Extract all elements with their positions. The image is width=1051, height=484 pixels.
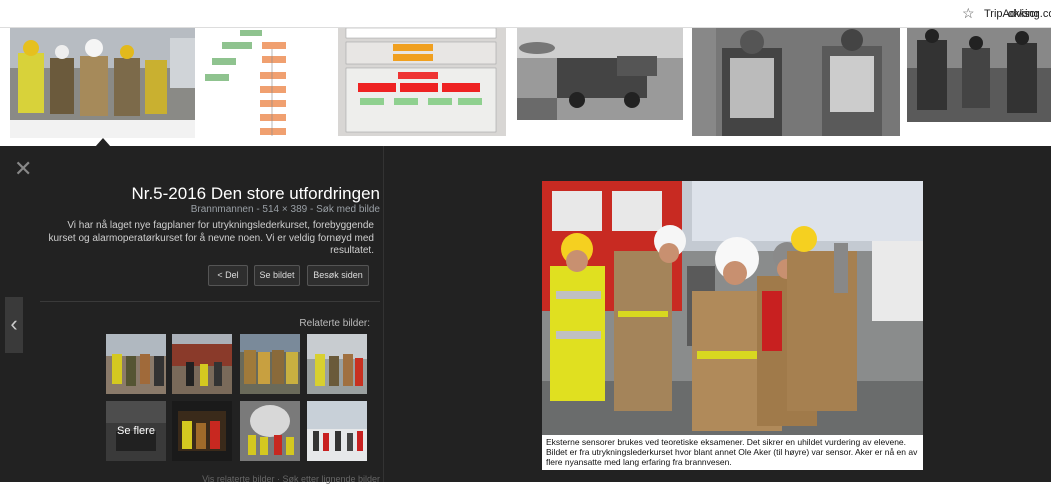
image-results-strip xyxy=(0,28,1051,146)
main-image-frame: Eksterne sensorer brukes ved teoretiske … xyxy=(542,181,923,470)
bookmark-okking[interactable]: okking.com xyxy=(1008,8,1051,20)
related-image-1[interactable] xyxy=(106,334,166,394)
result-thumbnail-vests[interactable] xyxy=(692,28,900,136)
result-thumbnail-classroom[interactable] xyxy=(907,28,1051,122)
result-thumbnail-flowchart[interactable] xyxy=(200,28,330,138)
chevron-left-icon[interactable]: ‹ xyxy=(5,297,23,353)
image-caption: Eksterne sensorer brukes ved teoretiske … xyxy=(546,437,918,467)
preview-meta: Brannmannen - 514 × 389 - Søk med bilde xyxy=(190,204,380,215)
preview-title[interactable]: Nr.5-2016 Den store utfordringen xyxy=(100,184,380,204)
related-image-6[interactable] xyxy=(240,401,300,461)
related-images-label: Relaterte bilder: xyxy=(299,318,370,329)
visit-page-button[interactable]: Besøk siden xyxy=(307,265,369,286)
bookmarks-bar: TripAdvisor ☆ okking.com xyxy=(0,0,1051,28)
panel-divider xyxy=(383,146,384,482)
star-icon[interactable]: ☆ xyxy=(962,5,975,22)
related-image-4[interactable] xyxy=(307,334,367,394)
related-image-5[interactable] xyxy=(172,401,232,461)
see-more-label[interactable]: Se flere xyxy=(106,401,166,461)
related-image-see-more[interactable]: Se flere xyxy=(106,401,166,461)
related-image-2[interactable] xyxy=(172,334,232,394)
related-image-7[interactable] xyxy=(307,401,367,461)
section-divider xyxy=(40,301,380,302)
result-thumbnail-fire-truck[interactable] xyxy=(517,28,683,120)
view-image-button[interactable]: Se bildet xyxy=(254,265,300,286)
result-thumbnail-org-chart[interactable] xyxy=(338,28,506,136)
result-thumbnail-firefighters[interactable] xyxy=(10,28,195,138)
preview-description: Vi har nå laget nye fagplaner for utrykn… xyxy=(48,220,374,256)
main-preview-image[interactable] xyxy=(542,181,923,435)
related-links-text[interactable]: Vis relaterte bilder · Søk etter lignend… xyxy=(130,474,380,484)
share-button[interactable]: < Del xyxy=(208,265,248,286)
related-image-3[interactable] xyxy=(240,334,300,394)
close-icon[interactable]: ✕ xyxy=(14,158,32,180)
